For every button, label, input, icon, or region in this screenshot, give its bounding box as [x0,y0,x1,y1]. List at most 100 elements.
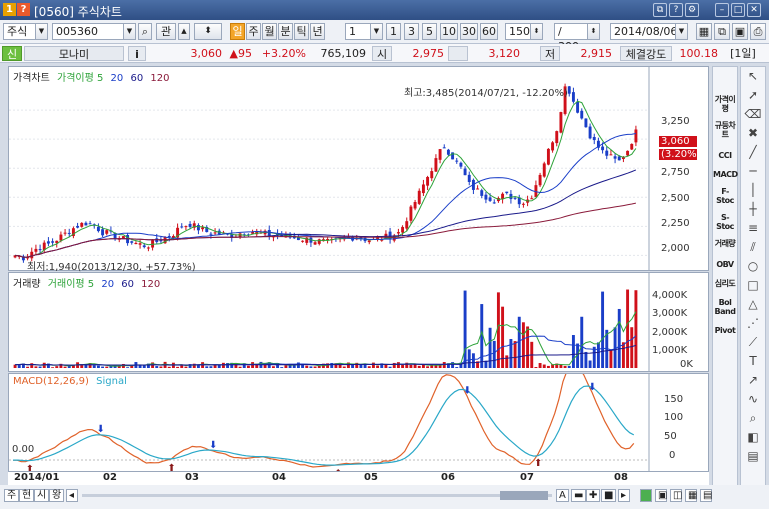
trend-line-icon[interactable]: ╱ [741,143,765,162]
tab-stock[interactable]: 주 [4,489,20,502]
interval-60-button[interactable]: 60 [480,23,498,40]
channel-icon[interactable]: ⫽ [741,238,765,257]
circle-icon[interactable]: ○ [741,257,765,276]
price-chart-panel[interactable]: 가격차트 가격이평 5 20 60 120 최고:3,485(2014/07/2… [8,66,709,273]
market-select[interactable]: 주식 ▼ [3,23,48,40]
period-day-button[interactable]: 일 [230,23,245,40]
total-count-field[interactable]: / 300⬍ [554,23,600,53]
watch-button[interactable]: 관 [156,23,176,40]
stock-stepper[interactable]: ⬍ [194,23,222,40]
palette-icon[interactable]: ◧ [741,428,765,447]
text-icon[interactable]: T [741,352,765,371]
interval-30-button[interactable]: 30 [460,23,478,40]
window-title: [0560] 주식차트 [34,5,122,19]
interval-5-button[interactable]: 5 [422,23,437,40]
scroll-right-icon[interactable]: ▸ [618,489,630,502]
arrow-icon[interactable]: ↗ [741,371,765,390]
cycle-icon[interactable]: ∿ [741,390,765,409]
scrollbar-thumb[interactable] [500,491,548,500]
y-tick: 0 [669,450,676,461]
interval-1-button[interactable]: 1 [386,23,401,40]
high-annotation: 최고:3,485(2014/07/21, -12.20%) [404,88,568,99]
date-picker[interactable]: 2014/08/06 ▼ [610,23,688,40]
volume-bar [130,366,134,368]
interval-select[interactable]: 1 ▼ [345,23,383,40]
vertical-line-icon[interactable]: │ [741,181,765,200]
interval-3-button[interactable]: 3 [404,23,419,40]
indicator-equivolume[interactable]: 규등차트 [713,119,737,141]
zoom-in-button[interactable]: ✚ [586,489,601,502]
help-badge[interactable]: ? [17,3,30,16]
cursor-icon[interactable]: ➚ [741,86,765,105]
triangle-icon[interactable]: △ [741,295,765,314]
indicator-obv[interactable]: OBV [713,258,737,271]
candle [567,86,571,94]
scroll-left-icon[interactable]: ◂ [66,489,78,502]
cross-line-icon[interactable]: ┼ [741,200,765,219]
indicator-pivot[interactable]: Pivot [713,324,737,337]
volume-bar [421,364,425,368]
layout-icon[interactable]: ▦ [696,23,712,40]
tab-current[interactable]: 현 [19,489,35,502]
print-icon[interactable]: ⎙ [750,23,766,40]
help-icon[interactable]: ? [669,3,683,17]
indicator-cci[interactable]: CCI [713,149,737,162]
copy-icon[interactable]: ⧉ [714,23,730,40]
excel-icon[interactable] [640,489,652,502]
zoom-fit-button[interactable]: ■ [601,489,617,502]
stock-code-input[interactable]: 005360 ▼ [52,23,136,40]
interval-10-button[interactable]: 10 [440,23,458,40]
indicator-volume[interactable]: 거래량 [713,237,737,250]
volume-bar [217,364,221,368]
magnifier-icon[interactable]: ⌕ [741,409,765,428]
window-icon[interactable]: ▣ [655,489,667,502]
price-chart[interactable] [9,67,708,270]
macd-chart-panel[interactable]: ⬆ ⬇ ⬆ ⬇ ⬆ ⬇ ⬆ ⬇ MACD(12,26,9) Signal 0.00 150 1… [8,373,709,472]
volume-bar [367,366,371,368]
candle [84,222,88,226]
volume-bar [51,367,55,368]
close-button[interactable]: ✕ [747,3,761,17]
gann-fan-icon[interactable]: ⋰ [741,314,765,333]
list-icon[interactable]: ▤ [700,489,712,502]
period-minute-button[interactable]: 분 [278,23,293,40]
period-week-button[interactable]: 주 [246,23,261,40]
indicator-sstoc[interactable]: S-Stoc [713,211,737,233]
indicator-bollinger[interactable]: Bol Band [713,296,737,318]
speed-line-icon[interactable]: ⟋ [741,333,765,352]
indicator-psychology[interactable]: 심리도 [713,277,737,290]
tab-king[interactable]: 왕 [49,489,65,502]
save-icon[interactable]: ▣ [732,23,748,40]
scrollbar-track[interactable] [82,494,552,497]
indicator-ma[interactable]: 가격이평 [713,93,737,115]
minimize-button[interactable]: – [715,3,729,17]
rectangle-icon[interactable]: □ [741,276,765,295]
tab-time[interactable]: 시 [34,489,50,502]
indicator-fstoc[interactable]: F-Stoc [713,185,737,207]
indicator-macd[interactable]: MACD [713,168,738,181]
zoom-out-button[interactable]: ▬ [571,489,587,502]
fibonacci-icon[interactable]: ≡ [741,219,765,238]
info-button[interactable]: i [128,46,146,61]
settings-icon[interactable]: ⚙ [685,3,699,17]
page-icon[interactable]: ▤ [741,447,765,466]
link-icon[interactable]: ⧉ [653,3,667,17]
period-month-button[interactable]: 월 [262,23,277,40]
period-tick-button[interactable]: 틱 [294,23,309,40]
volume-chart-panel[interactable]: 거래량 거래이평 5 20 60 120 4,000K 3,000K 2,000… [8,272,709,372]
volume-bar [563,365,567,368]
search-button[interactable]: ⌕ [138,23,152,40]
prev-stock-button[interactable]: ▲ [178,23,190,40]
eraser-icon[interactable]: ⌫ [741,105,765,124]
split-icon[interactable]: ◫ [670,489,682,502]
maximize-button[interactable]: □ [731,3,745,17]
zoom-auto-button[interactable]: A [556,489,569,502]
pointer-icon[interactable]: ↖ [741,67,765,86]
grid-icon[interactable]: ▦ [685,489,697,502]
horizontal-line-icon[interactable]: ─ [741,162,765,181]
period-year-button[interactable]: 년 [310,23,325,40]
macd-chart[interactable]: ⬆ ⬇ ⬆ ⬇ ⬆ ⬇ ⬆ ⬇ [9,374,708,471]
screen-number-badge[interactable]: 1 [3,3,16,16]
count-stepper[interactable]: 150 ⬍ [505,23,543,40]
delete-all-icon[interactable]: ✖ [741,124,765,143]
